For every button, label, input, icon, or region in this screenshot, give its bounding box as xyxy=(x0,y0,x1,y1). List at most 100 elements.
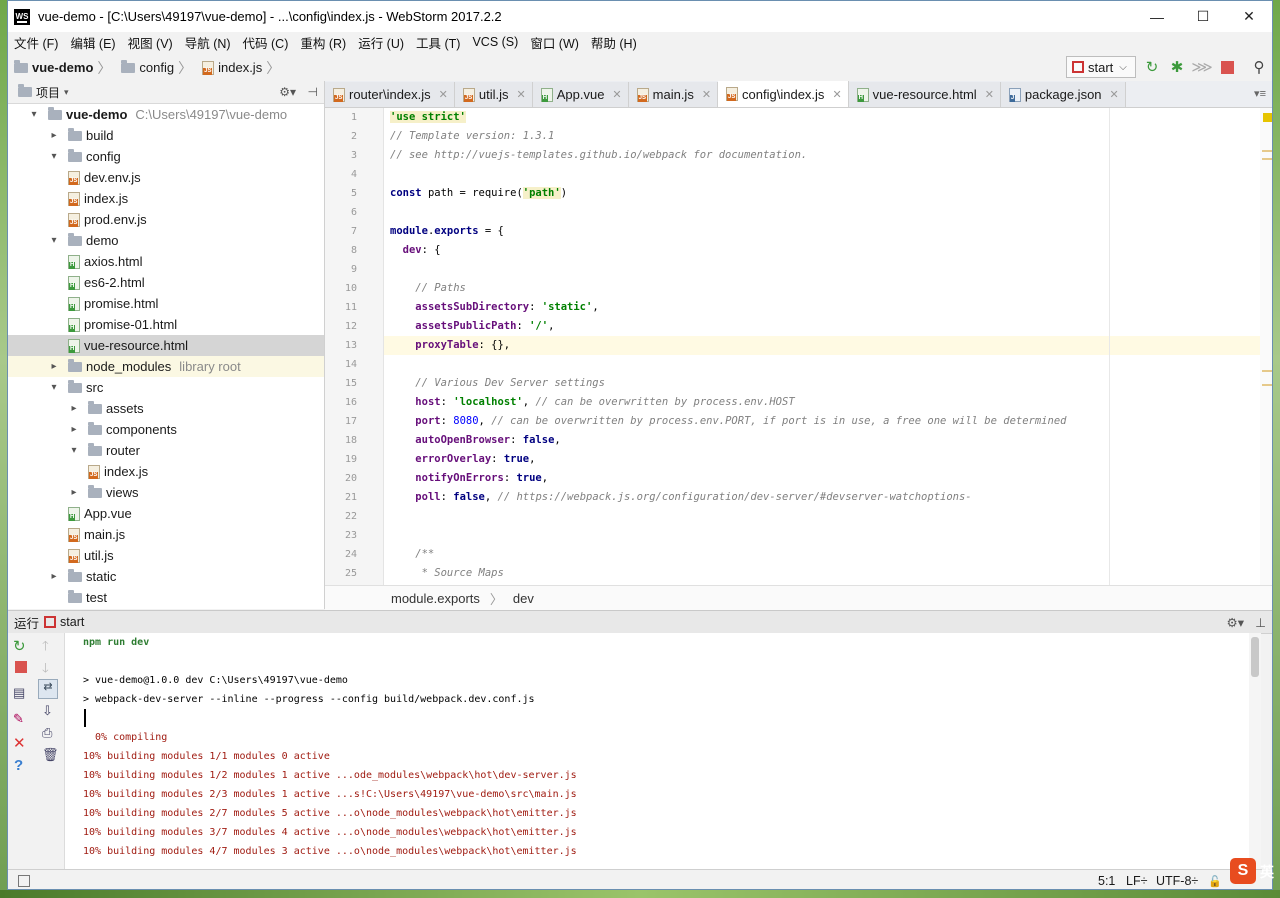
menu-item-2[interactable]: 视图 (V) xyxy=(122,33,179,52)
console-output[interactable]: npm run dev > vue-demo@1.0.0 dev C:\Users… xyxy=(65,633,1261,869)
tree-item-index-js[interactable]: index.js xyxy=(8,188,324,209)
close-tab-icon[interactable]: ✕ xyxy=(985,88,994,101)
tree-item-main-js[interactable]: main.js xyxy=(8,524,324,545)
chevron-down-icon[interactable]: ▾ xyxy=(64,87,69,98)
tab-config-index-js[interactable]: config\index.js ✕ xyxy=(718,81,849,107)
menu-item-0[interactable]: 文件 (F) xyxy=(8,33,64,52)
tree-item-app-vue[interactable]: App.vue xyxy=(8,503,324,524)
ime-mode-indicator[interactable]: 英 xyxy=(1260,862,1274,882)
close-tab-icon[interactable]: ✕ xyxy=(439,88,448,101)
tree-item-promise-html[interactable]: promise.html xyxy=(8,293,324,314)
close-button[interactable]: ✕ xyxy=(1226,1,1272,32)
menu-item-7[interactable]: 工具 (T) xyxy=(410,33,466,52)
close-tab-icon[interactable]: ✕ xyxy=(612,88,621,101)
breadcrumb-file[interactable]: index.js〉 xyxy=(196,58,284,78)
minimize-button[interactable]: — xyxy=(1134,1,1180,32)
lock-icon[interactable]: 🔓 xyxy=(1208,875,1222,888)
console-scrollbar[interactable] xyxy=(1249,633,1261,869)
arrow-up-icon[interactable]: 🡑 xyxy=(42,637,49,659)
close-tab-icon[interactable]: ✕ xyxy=(517,88,526,101)
gear-icon[interactable]: ⚙▾ xyxy=(1227,615,1244,630)
pin-icon[interactable]: ✎ xyxy=(13,711,24,727)
menu-item-3[interactable]: 导航 (N) xyxy=(179,33,237,52)
search-icon[interactable]: ⚲ xyxy=(1250,58,1268,76)
scroll-to-end-icon[interactable]: ⇩ xyxy=(42,703,53,719)
expand-arrow-icon[interactable]: ▾ xyxy=(48,235,60,246)
rerun-icon[interactable]: ↻ xyxy=(13,637,26,655)
tree-item-dev-env-js[interactable]: dev.env.js xyxy=(8,167,324,188)
expand-arrow-icon[interactable]: ▸ xyxy=(48,130,60,141)
tabs-menu-icon[interactable]: ▾≡ xyxy=(1254,87,1266,100)
menu-item-1[interactable]: 编辑 (E) xyxy=(64,33,121,52)
coverage-icon[interactable]: ⋙ xyxy=(1191,58,1212,76)
expand-arrow-icon[interactable]: ▾ xyxy=(28,109,40,120)
menu-item-4[interactable]: 代码 (C) xyxy=(237,33,295,52)
tree-item-components[interactable]: ▸ components xyxy=(8,419,324,440)
menu-item-5[interactable]: 重构 (R) xyxy=(294,33,352,52)
maximize-button[interactable]: ☐ xyxy=(1180,1,1226,32)
hide-panel-icon[interactable]: ⊣ xyxy=(308,85,318,99)
expand-arrow-icon[interactable]: ▾ xyxy=(48,382,60,393)
expand-arrow-icon[interactable]: ▾ xyxy=(68,445,80,456)
run-icon[interactable]: ↻ xyxy=(1143,58,1161,76)
tree-item-router[interactable]: ▾ router xyxy=(8,440,324,461)
tab-package-json[interactable]: package.json ✕ xyxy=(1000,82,1126,107)
help-icon[interactable]: ? xyxy=(14,757,23,774)
expand-arrow-icon[interactable]: ▸ xyxy=(68,403,80,414)
crumb-module-exports[interactable]: module.exports xyxy=(391,591,480,606)
scrollbar-thumb[interactable] xyxy=(1251,637,1259,677)
close-tab-icon[interactable]: ✕ xyxy=(832,88,841,101)
expand-arrow-icon[interactable]: ▸ xyxy=(68,487,80,498)
tree-item-prod-env-js[interactable]: prod.env.js xyxy=(8,209,324,230)
line-separator[interactable]: LF÷ xyxy=(1126,874,1147,888)
breadcrumb-config[interactable]: config 〉 xyxy=(115,58,196,78)
caret-position[interactable]: 5:1 xyxy=(1098,874,1115,888)
print-icon[interactable]: ⎙ xyxy=(42,725,52,741)
tree-item-util-js[interactable]: util.js xyxy=(8,545,324,566)
tool-windows-icon[interactable] xyxy=(18,875,30,887)
menu-item-9[interactable]: 窗口 (W) xyxy=(524,33,585,52)
hide-panel-icon[interactable]: ⊥ xyxy=(1255,615,1266,630)
debug-icon[interactable]: ✱ xyxy=(1168,58,1186,76)
menu-item-10[interactable]: 帮助 (H) xyxy=(585,33,643,52)
warning-indicator-icon[interactable] xyxy=(1263,113,1272,122)
close-tab-icon[interactable]: ✕ xyxy=(1110,88,1119,101)
trash-icon[interactable]: 🗑 xyxy=(42,747,59,763)
close-tab-icon[interactable]: ✕ xyxy=(702,88,711,101)
tree-item-static[interactable]: ▸ static xyxy=(8,566,324,587)
tree-item-test[interactable]: test xyxy=(8,587,324,608)
tab-main-js[interactable]: main.js ✕ xyxy=(628,82,719,107)
file-encoding[interactable]: UTF-8÷ xyxy=(1156,874,1198,888)
layout-icon[interactable]: ▤ xyxy=(13,685,25,701)
expand-arrow-icon[interactable]: ▾ xyxy=(48,151,60,162)
tree-item-index-js[interactable]: index.js xyxy=(8,461,324,482)
sogou-ime-icon[interactable]: S xyxy=(1230,858,1256,884)
expand-arrow-icon[interactable]: ▸ xyxy=(68,424,80,435)
error-stripe[interactable] xyxy=(1260,108,1272,585)
tree-item-axios-html[interactable]: axios.html xyxy=(8,251,324,272)
expand-arrow-icon[interactable]: ▸ xyxy=(48,571,60,582)
tree-item-vue-resource-html[interactable]: vue-resource.html xyxy=(8,335,324,356)
tab-vue-resource-html[interactable]: vue-resource.html ✕ xyxy=(848,82,1001,107)
tree-item-demo[interactable]: ▾ demo xyxy=(8,230,324,251)
tree-item-build[interactable]: ▸ build xyxy=(8,125,324,146)
tree-item-vue-demo[interactable]: ▾ vue-demo C:\Users\49197\vue-demo xyxy=(8,104,324,125)
tree-item-views[interactable]: ▸ views xyxy=(8,482,324,503)
breadcrumb-project[interactable]: vue-demo 〉 xyxy=(8,58,115,78)
stop-icon[interactable] xyxy=(15,661,27,673)
tree-item-node-modules[interactable]: ▸ node_modules library root xyxy=(8,356,324,377)
tab-util-js[interactable]: util.js ✕ xyxy=(454,82,533,107)
tab-app-vue[interactable]: App.vue ✕ xyxy=(532,82,629,107)
arrow-down-icon[interactable]: 🡓 xyxy=(42,659,49,681)
menu-item-6[interactable]: 运行 (U) xyxy=(352,33,410,52)
gear-icon[interactable]: ⚙▾ xyxy=(279,85,296,99)
code-editor[interactable]: 'use strict' // Template version: 1.3.1 //… xyxy=(384,108,1264,585)
tree-item-es6-2-html[interactable]: es6-2.html xyxy=(8,272,324,293)
tree-item-promise-01-html[interactable]: promise-01.html xyxy=(8,314,324,335)
stop-icon[interactable] xyxy=(1218,58,1236,76)
tree-item-src[interactable]: ▾ src xyxy=(8,377,324,398)
menu-item-8[interactable]: VCS (S) xyxy=(466,35,524,49)
expand-arrow-icon[interactable]: ▸ xyxy=(48,361,60,372)
crumb-dev[interactable]: dev xyxy=(513,591,534,606)
tree-item-assets[interactable]: ▸ assets xyxy=(8,398,324,419)
